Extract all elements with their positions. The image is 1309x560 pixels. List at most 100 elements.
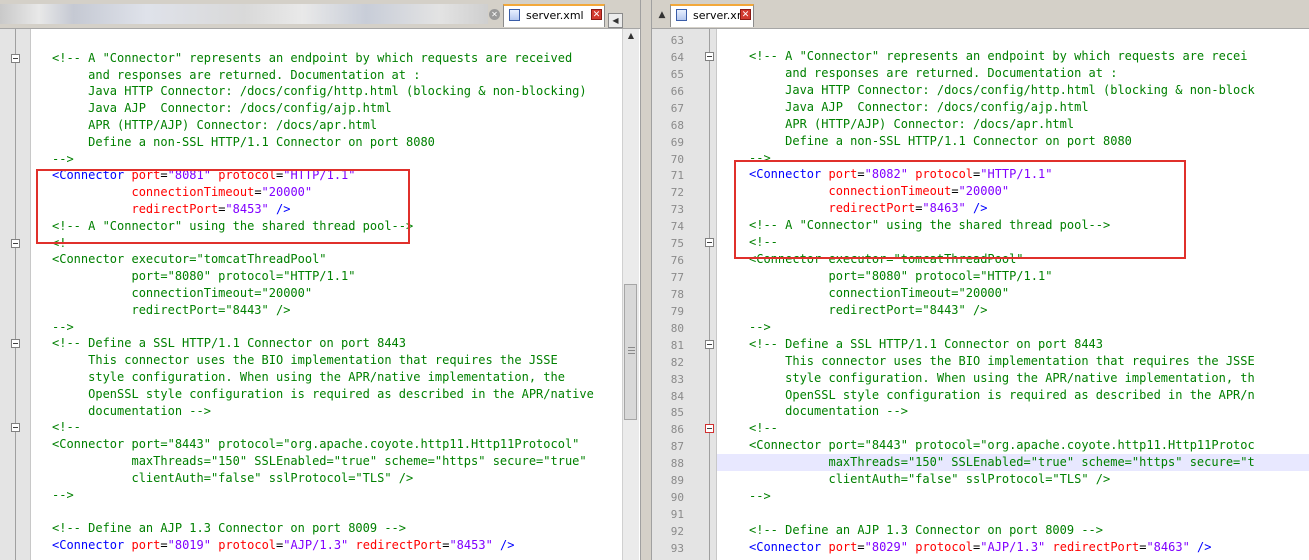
code-line: Java HTTP Connector: /docs/config/http.h… xyxy=(52,83,587,100)
code-token: --> xyxy=(52,151,74,166)
tab-nav-arrows: ◀▶ xyxy=(608,8,638,48)
line-number: 63 xyxy=(670,34,684,47)
fold-minus-icon[interactable] xyxy=(11,238,20,248)
line-number: 76 xyxy=(670,254,684,268)
code-token: redirectPort xyxy=(355,538,443,552)
fold-minus-icon[interactable] xyxy=(705,238,714,248)
line-number: 75 xyxy=(670,237,684,251)
left-tab-bar: ✕ server.xml ✕ ◀▶ xyxy=(0,0,640,48)
code-token: port="8080" protocol="HTTP/1.1" xyxy=(52,269,356,284)
line-number: 65 xyxy=(670,67,684,81)
code-token: "8453" xyxy=(449,538,493,552)
code-token: --> xyxy=(749,489,771,504)
code-line: <!-- xyxy=(52,419,81,436)
code-line: maxThreads="150" SSLEnabled="true" schem… xyxy=(749,454,1254,471)
code-line: clientAuth="false" sslProtocol="TLS" /> xyxy=(749,471,1110,488)
left-vertical-scrollbar[interactable]: ▲ xyxy=(622,29,639,560)
fold-minus-icon[interactable] xyxy=(705,424,714,434)
right-fold-line xyxy=(709,29,710,560)
code-line: documentation --> xyxy=(52,403,211,420)
code-token: maxThreads="150" SSLEnabled="true" schem… xyxy=(52,454,587,468)
close-icon[interactable]: ✕ xyxy=(591,9,602,20)
code-token: OpenSSL style configuration is required … xyxy=(52,386,594,401)
chevron-up-icon[interactable]: ▲ xyxy=(656,8,668,22)
line-number: 91 xyxy=(670,508,684,522)
code-token: APR (HTTP/AJP) Connector: /docs/apr.html xyxy=(749,116,1075,131)
code-token: style configuration. When using the APR/… xyxy=(749,370,1255,385)
code-token: Java AJP Connector: /docs/config/ajp.htm… xyxy=(52,101,392,116)
line-number: 78 xyxy=(670,287,684,301)
tab-server-xml-right[interactable]: server.xml ✕ xyxy=(670,4,754,27)
fold-minus-icon[interactable] xyxy=(11,339,20,349)
fold-minus-icon[interactable] xyxy=(11,53,20,63)
line-number: 87 xyxy=(670,440,684,454)
code-line: port="8080" protocol="HTTP/1.1" xyxy=(52,268,355,285)
code-token: <Connector port="8443" protocol="org.apa… xyxy=(749,438,1255,453)
code-line: connectionTimeout="20000" xyxy=(749,285,1009,302)
right-code-editor[interactable]: 63 64 <!-- A "Connector" represents an end… xyxy=(652,29,1309,560)
left-fold-line xyxy=(15,29,16,560)
code-token: Define a non-SSL HTTP/1.1 Connector on p… xyxy=(749,133,1132,148)
code-line: <Connector port="8443" protocol="org.apa… xyxy=(749,437,1255,454)
code-line: <!-- Define a SSL HTTP/1.1 Connector on … xyxy=(52,335,406,352)
code-token: <!-- A "Connector" represents an endpoin… xyxy=(749,48,1248,63)
code-token: redirectPort="8443" /> xyxy=(52,302,291,317)
left-code-editor[interactable]: <!-- A "Connector" represents an endpoin… xyxy=(0,29,640,560)
tab-prev-icon[interactable]: ◀ xyxy=(608,13,623,28)
code-token: and responses are returned. Documentatio… xyxy=(749,65,1118,80)
line-number: 88 xyxy=(670,457,684,471)
scroll-thumb[interactable] xyxy=(624,284,637,420)
code-line: Java AJP Connector: /docs/config/ajp.htm… xyxy=(52,100,392,117)
code-token: /> xyxy=(1189,539,1212,554)
code-line: and responses are returned. Documentatio… xyxy=(52,67,420,84)
code-token: This connector uses the BIO implementati… xyxy=(749,353,1255,368)
code-token: <!-- xyxy=(52,420,81,435)
code-token: "AJP/1.3" xyxy=(283,538,349,552)
code-line: OpenSSL style configuration is required … xyxy=(749,387,1255,404)
code-line: and responses are returned. Documentatio… xyxy=(749,65,1117,82)
code-line: APR (HTTP/AJP) Connector: /docs/apr.html xyxy=(749,116,1074,133)
code-token: "8463" xyxy=(1146,539,1190,554)
scroll-up-icon[interactable]: ▲ xyxy=(623,29,639,43)
fold-minus-icon[interactable] xyxy=(705,339,714,349)
annotation-box-right xyxy=(734,160,1186,259)
code-token: port xyxy=(828,539,858,554)
line-number: 72 xyxy=(670,186,684,200)
code-line: redirectPort="8443" /> xyxy=(52,302,290,319)
line-number: 85 xyxy=(670,406,684,420)
line-number: 92 xyxy=(670,524,684,538)
close-icon[interactable]: ✕ xyxy=(489,9,500,20)
line-number: 80 xyxy=(670,321,684,335)
line-number: 90 xyxy=(670,491,684,505)
code-line: documentation --> xyxy=(749,403,908,420)
line-number: 79 xyxy=(670,304,684,318)
code-token: --> xyxy=(52,487,74,502)
code-token: <!-- xyxy=(749,421,778,436)
code-line: --> xyxy=(749,319,771,336)
fold-minus-icon[interactable] xyxy=(705,51,714,61)
right-tab-bar: ▲ server.xml ✕ xyxy=(652,0,1309,29)
code-line: clientAuth="false" sslProtocol="TLS" /> xyxy=(52,470,413,487)
code-line: Define a non-SSL HTTP/1.1 Connector on p… xyxy=(749,133,1132,150)
pane-splitter[interactable] xyxy=(640,0,652,560)
code-token: port="8080" protocol="HTTP/1.1" xyxy=(749,269,1053,284)
code-line: redirectPort="8443" /> xyxy=(749,302,987,319)
code-token: Define a non-SSL HTTP/1.1 Connector on p… xyxy=(52,134,435,149)
code-token: /> xyxy=(492,538,515,552)
code-token: <Connector executor="tomcatThreadPool" xyxy=(52,252,327,267)
tab-server-xml-left[interactable]: server.xml ✕ xyxy=(503,4,605,27)
close-icon[interactable]: ✕ xyxy=(740,9,751,20)
code-token: <Connector xyxy=(749,539,829,554)
line-number: 66 xyxy=(670,84,684,98)
code-token: --> xyxy=(52,319,74,334)
code-token: documentation --> xyxy=(52,403,211,418)
tab-label: server.xml xyxy=(526,9,584,22)
line-number: 68 xyxy=(670,118,684,132)
code-token: redirectPort xyxy=(1052,539,1140,554)
code-token: "8029" xyxy=(864,539,908,554)
fold-minus-icon[interactable] xyxy=(11,423,20,433)
code-token: APR (HTTP/AJP) Connector: /docs/apr.html xyxy=(52,118,378,132)
code-token: Java HTTP Connector: /docs/config/http.h… xyxy=(52,84,587,99)
code-token: clientAuth="false" sslProtocol="TLS" /> xyxy=(749,472,1111,487)
